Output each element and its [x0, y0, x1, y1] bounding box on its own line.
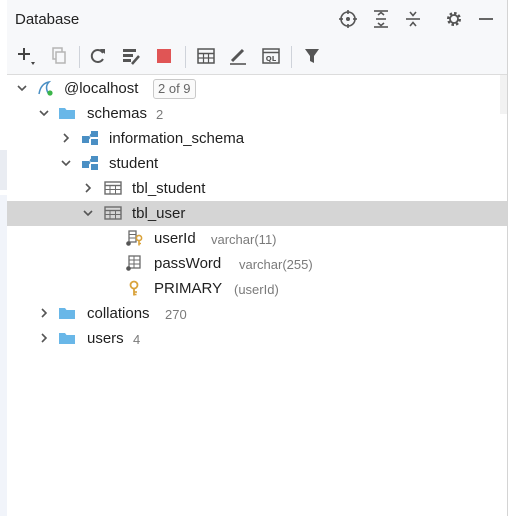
schema-icon: [82, 156, 98, 170]
primary-key-column-icon: [126, 230, 143, 246]
chevron-down-icon[interactable]: [60, 157, 72, 169]
tree-row-primary-key[interactable]: PRIMARY (userId): [7, 276, 507, 301]
toolbar: QL: [7, 38, 507, 75]
tree-row-localhost[interactable]: @localhost 2 of 9: [7, 76, 507, 101]
column-password-label: passWord: [154, 255, 222, 272]
schema-icon: [82, 131, 98, 145]
table-icon: [104, 181, 122, 195]
student-label: student: [109, 155, 159, 172]
primary-key-columns: (userId): [234, 282, 279, 297]
tbl-student-label: tbl_student: [132, 180, 206, 197]
host-label: @localhost: [64, 80, 139, 97]
schemas-count: 2: [156, 107, 164, 122]
chevron-right-icon[interactable]: [82, 182, 94, 194]
tree-row-tbl-student[interactable]: tbl_student: [7, 176, 507, 201]
chevron-right-icon[interactable]: [38, 332, 50, 344]
column-userid-label: userId: [154, 230, 196, 247]
column-icon: [126, 255, 141, 271]
column-userid-type: varchar(11): [211, 232, 277, 247]
column-password-type: varchar(255): [239, 257, 313, 272]
schemas-label: schemas: [87, 105, 148, 122]
left-edge-segment: [0, 195, 7, 516]
tree-row-schemas[interactable]: schemas 2: [7, 101, 507, 126]
stop-icon[interactable]: [153, 45, 175, 67]
toolbar-separator: [291, 46, 292, 68]
gear-icon[interactable]: [444, 9, 464, 29]
edit-icon[interactable]: [227, 45, 249, 67]
toolbar-separator: [79, 46, 80, 68]
information-schema-label: information_schema: [109, 130, 245, 147]
minimize-icon[interactable]: [476, 9, 496, 29]
panel-title: Database: [15, 11, 80, 28]
svg-text:QL: QL: [266, 55, 277, 63]
chevron-right-icon[interactable]: [60, 132, 72, 144]
collapse-all-icon[interactable]: [403, 9, 423, 29]
folder-icon: [59, 333, 75, 344]
chevron-down-icon[interactable]: [82, 207, 94, 219]
schema-edit-icon[interactable]: [120, 45, 142, 67]
collations-count: 270: [165, 307, 187, 322]
panel-header: Database: [7, 0, 507, 38]
duplicate-icon[interactable]: [48, 45, 70, 67]
tree-row-collations[interactable]: collations 270: [7, 301, 507, 326]
tree-row-tbl-user[interactable]: tbl_user: [7, 201, 507, 226]
table-icon: [104, 206, 122, 220]
key-icon: [129, 280, 139, 296]
filter-icon[interactable]: [301, 45, 323, 67]
tree-row-column-password[interactable]: passWord varchar(255): [7, 251, 507, 276]
tree-row-information-schema[interactable]: information_schema: [7, 126, 507, 151]
toolbar-separator: [185, 46, 186, 68]
table-icon[interactable]: [195, 45, 217, 67]
chevron-down-icon[interactable]: [38, 107, 50, 119]
sql-console-icon[interactable]: QL: [260, 45, 282, 67]
host-badge[interactable]: 2 of 9: [153, 79, 196, 99]
expand-all-icon[interactable]: [371, 9, 391, 29]
mysql-dolphin-icon: [38, 80, 53, 96]
tree-row-column-userid[interactable]: userId varchar(11): [7, 226, 507, 251]
users-count: 4: [133, 332, 141, 347]
refresh-icon[interactable]: [87, 45, 109, 67]
chevron-down-icon[interactable]: [16, 82, 28, 94]
add-icon[interactable]: [15, 45, 37, 67]
tree-row-student[interactable]: student: [7, 151, 507, 176]
collations-label: collations: [87, 305, 150, 322]
tree-row-users[interactable]: users 4: [7, 326, 507, 351]
left-edge-strip: [0, 0, 7, 516]
tbl-user-label: tbl_user: [132, 205, 186, 222]
users-label: users: [87, 330, 124, 347]
folder-icon: [59, 108, 75, 119]
crosshair-icon[interactable]: [338, 9, 358, 29]
chevron-right-icon[interactable]: [38, 307, 50, 319]
primary-key-label: PRIMARY: [154, 280, 223, 297]
left-edge-segment: [0, 150, 7, 190]
folder-icon: [59, 308, 75, 319]
